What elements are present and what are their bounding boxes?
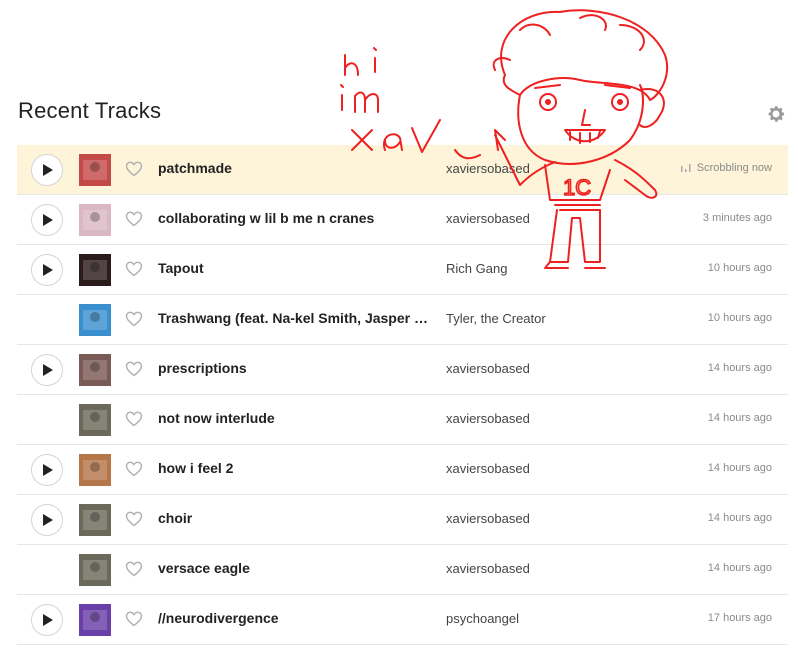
play-icon xyxy=(43,214,53,226)
love-heart-icon[interactable] xyxy=(125,211,143,227)
track-row[interactable]: versace eagle xaviersobased 14 hours ago xyxy=(17,545,788,595)
track-name[interactable]: choir xyxy=(158,510,438,526)
love-heart-icon[interactable] xyxy=(125,311,143,327)
equalizer-icon xyxy=(680,164,691,172)
track-name[interactable]: not now interlude xyxy=(158,410,438,426)
timestamp: 17 hours ago xyxy=(707,612,772,624)
love-heart-icon[interactable] xyxy=(125,261,143,277)
love-heart-icon[interactable] xyxy=(125,361,143,377)
track-row[interactable]: prescriptions xaviersobased 14 hours ago xyxy=(17,345,788,395)
track-name[interactable]: patchmade xyxy=(158,160,438,176)
play-button[interactable] xyxy=(31,604,63,636)
play-icon xyxy=(43,514,53,526)
track-name[interactable]: //neurodivergence xyxy=(158,610,438,626)
timestamp: 14 hours ago xyxy=(707,562,772,574)
album-art[interactable] xyxy=(79,204,111,236)
track-row[interactable]: patchmade xaviersobased Scrobbling now xyxy=(17,145,788,195)
section-title: Recent Tracks xyxy=(18,98,162,123)
track-row[interactable]: Tapout Rich Gang 10 hours ago xyxy=(17,245,788,295)
recent-tracks-header: Recent Tracks xyxy=(18,98,788,132)
track-row[interactable]: collaborating w lil b me n cranes xaviers… xyxy=(17,195,788,245)
play-icon xyxy=(43,264,53,276)
track-name[interactable]: collaborating w lil b me n cranes xyxy=(158,210,438,226)
track-row[interactable]: //neurodivergence psychoangel 17 hours ago xyxy=(17,595,788,645)
play-button[interactable] xyxy=(31,354,63,386)
track-artist[interactable]: xaviersobased xyxy=(446,361,646,376)
timestamp: 10 hours ago xyxy=(707,312,772,324)
track-artist[interactable]: xaviersobased xyxy=(446,161,646,176)
love-heart-icon[interactable] xyxy=(125,611,143,627)
album-art[interactable] xyxy=(79,554,111,586)
album-art[interactable] xyxy=(79,354,111,386)
track-name[interactable]: Tapout xyxy=(158,260,438,276)
album-art[interactable] xyxy=(79,304,111,336)
love-heart-icon[interactable] xyxy=(125,411,143,427)
timestamp: 14 hours ago xyxy=(707,512,772,524)
album-art[interactable] xyxy=(79,254,111,286)
timestamp: 3 minutes ago xyxy=(702,212,772,224)
track-name[interactable]: versace eagle xyxy=(158,560,438,576)
gear-icon[interactable] xyxy=(766,104,786,124)
track-artist[interactable]: Rich Gang xyxy=(446,261,646,276)
scrobbling-status: Scrobbling now xyxy=(680,162,772,174)
track-row[interactable]: how i feel 2 xaviersobased 14 hours ago xyxy=(17,445,788,495)
track-name[interactable]: prescriptions xyxy=(158,360,438,376)
play-button[interactable] xyxy=(31,204,63,236)
track-row[interactable]: not now interlude xaviersobased 14 hours a… xyxy=(17,395,788,445)
album-art[interactable] xyxy=(79,154,111,186)
track-name[interactable]: how i feel 2 xyxy=(158,460,438,476)
play-button[interactable] xyxy=(31,154,63,186)
timestamp: 14 hours ago xyxy=(707,462,772,474)
play-button[interactable] xyxy=(31,454,63,486)
play-icon xyxy=(43,614,53,626)
album-art[interactable] xyxy=(79,454,111,486)
track-name[interactable]: Trashwang (feat. Na-kel Smith, Jasper Do… xyxy=(158,310,438,326)
track-artist[interactable]: psychoangel xyxy=(446,611,646,626)
album-art[interactable] xyxy=(79,604,111,636)
love-heart-icon[interactable] xyxy=(125,461,143,477)
play-button[interactable] xyxy=(31,504,63,536)
timestamp: 14 hours ago xyxy=(707,412,772,424)
recent-tracks-list: patchmade xaviersobased Scrobbling now coll… xyxy=(17,145,788,645)
timestamp: 14 hours ago xyxy=(707,362,772,374)
love-heart-icon[interactable] xyxy=(125,561,143,577)
track-artist[interactable]: xaviersobased xyxy=(446,511,646,526)
timestamp: 10 hours ago xyxy=(707,262,772,274)
track-artist[interactable]: xaviersobased xyxy=(446,461,646,476)
track-row[interactable]: Trashwang (feat. Na-kel Smith, Jasper Do… xyxy=(17,295,788,345)
track-artist[interactable]: xaviersobased xyxy=(446,411,646,426)
love-heart-icon[interactable] xyxy=(125,161,143,177)
track-artist[interactable]: xaviersobased xyxy=(446,211,646,226)
album-art[interactable] xyxy=(79,504,111,536)
track-artist[interactable]: Tyler, the Creator xyxy=(446,311,646,326)
play-button[interactable] xyxy=(31,254,63,286)
track-artist[interactable]: xaviersobased xyxy=(446,561,646,576)
track-row[interactable]: choir xaviersobased 14 hours ago xyxy=(17,495,788,545)
play-icon xyxy=(43,164,53,176)
album-art[interactable] xyxy=(79,404,111,436)
love-heart-icon[interactable] xyxy=(125,511,143,527)
play-icon xyxy=(43,364,53,376)
play-icon xyxy=(43,464,53,476)
